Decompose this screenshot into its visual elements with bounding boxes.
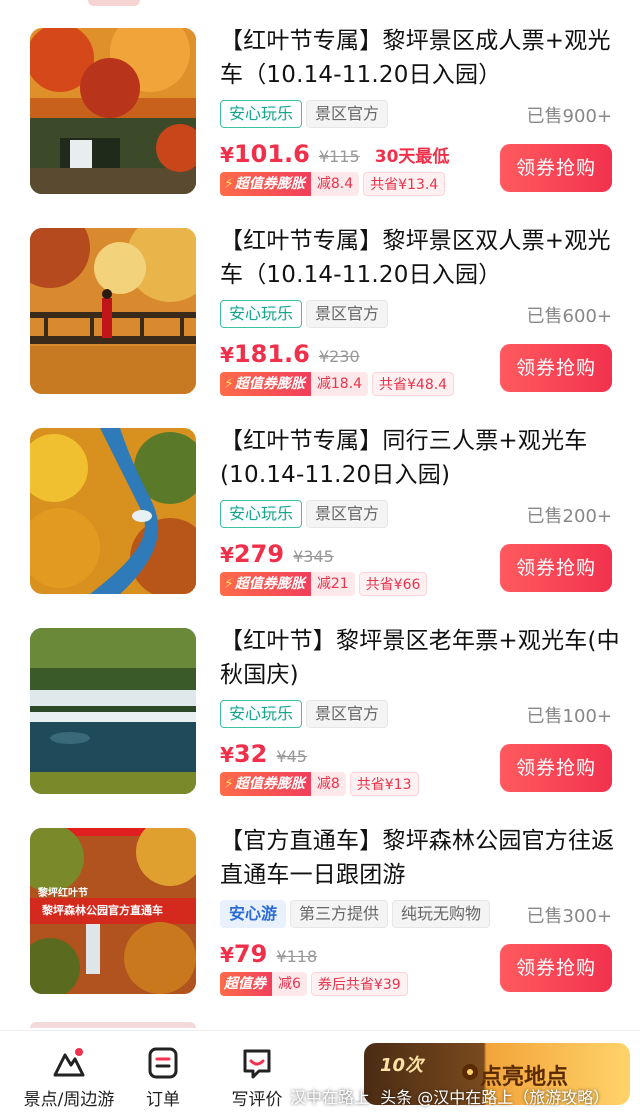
- total-savings: 共省¥13: [349, 772, 419, 796]
- buy-button[interactable]: 领券抢购: [500, 544, 612, 592]
- product-title[interactable]: 【红叶节专属】同行三人票+观光车(10.14-11.20日入园): [220, 424, 620, 492]
- current-price: ¥79: [220, 940, 268, 968]
- review-icon: [243, 1049, 271, 1079]
- coupon-badge: ⚡超值券膨胀 减8.4: [220, 172, 360, 196]
- original-price: ¥230: [318, 347, 360, 366]
- coupon-badge: ⚡超值券膨胀 减21: [220, 572, 355, 596]
- product-title[interactable]: 【红叶节】黎坪景区老年票+观光车(中秋国庆): [220, 624, 620, 692]
- current-price: ¥181.6: [220, 340, 310, 368]
- product-card[interactable]: 【红叶节专属】黎坪景区成人票+观光车（10.14-11.20日入园） 安心玩乐景…: [0, 20, 640, 220]
- tag-no-shopping: 纯玩无购物: [392, 900, 491, 928]
- product-card[interactable]: 黎坪红叶节 黎坪森林公园官方直通车 【官方直通车】黎坪森林公园官方往返直通车一日…: [0, 820, 640, 1020]
- coupon-badge: 超值券 减6: [220, 972, 307, 996]
- coupon-badge: ⚡超值券膨胀 减18.4: [220, 372, 369, 396]
- bolt-icon: ⚡: [224, 376, 234, 392]
- product-list: 【红叶节专属】黎坪景区成人票+观光车（10.14-11.20日入园） 安心玩乐景…: [0, 20, 640, 1020]
- bolt-icon: ⚡: [224, 576, 234, 592]
- bolt-icon: ⚡: [224, 776, 234, 792]
- tag-anxin: 安心玩乐: [220, 700, 303, 728]
- poster-caption-top: 黎坪红叶节: [38, 888, 88, 899]
- tag-anxin: 安心玩乐: [220, 100, 303, 128]
- sold-count: 已售900+: [526, 106, 612, 127]
- original-price: ¥345: [293, 547, 334, 566]
- tag-official: 景区官方: [306, 700, 389, 728]
- product-image-cascade[interactable]: [30, 628, 196, 794]
- product-card[interactable]: 【红叶节专属】同行三人票+观光车(10.14-11.20日入园) 安心玩乐 景区官…: [0, 420, 640, 620]
- bolt-icon: ⚡: [224, 176, 234, 192]
- total-savings: 共省¥66: [358, 572, 428, 596]
- product-card[interactable]: 【红叶节】黎坪景区老年票+观光车(中秋国庆) 安心玩乐 景区官方 已售100+ ¥…: [0, 620, 640, 820]
- total-savings: 共省¥48.4: [372, 372, 455, 396]
- mountain-icon: [53, 1048, 85, 1077]
- next-item-edge: [30, 1022, 196, 1028]
- total-savings: 共省¥13.4: [363, 172, 446, 196]
- product-title[interactable]: 【红叶节专属】黎坪景区成人票+观光车（10.14-11.20日入园）: [220, 24, 620, 92]
- tag-anxin-you: 安心游: [220, 900, 287, 928]
- banner-count: 10次: [380, 1055, 424, 1076]
- sold-count: 已售600+: [526, 306, 612, 327]
- tag-anxin: 安心玩乐: [220, 300, 303, 328]
- previous-item-edge: [88, 0, 140, 6]
- tag-official: 景区官方: [306, 100, 389, 128]
- poster-caption-main: 黎坪森林公园官方直通车: [42, 904, 163, 917]
- location-pin-icon: [462, 1064, 478, 1080]
- watermark: 汉中在路上 头条 @汉中在路上（旅游攻略）: [290, 1088, 610, 1107]
- tag-official: 景区官方: [306, 500, 389, 528]
- tag-third-party: 第三方提供: [290, 900, 389, 928]
- product-card[interactable]: 【红叶节专属】黎坪景区双人票+观光车（10.14-11.20日入园） 安心玩乐景…: [0, 220, 640, 420]
- product-title[interactable]: 【官方直通车】黎坪森林公园官方往返直通车一日跟团游: [220, 824, 620, 892]
- current-price: ¥32: [220, 740, 268, 768]
- buy-button[interactable]: 领券抢购: [500, 944, 612, 992]
- original-price: ¥45: [276, 747, 307, 766]
- product-image-river[interactable]: [30, 428, 196, 594]
- tag-anxin: 安心玩乐: [220, 500, 303, 528]
- product-image-waterfall[interactable]: [30, 28, 196, 194]
- sold-count: 已售100+: [526, 706, 612, 727]
- total-savings: 券后共省¥39: [310, 972, 408, 996]
- original-price: ¥115: [318, 147, 360, 166]
- sold-count: 已售200+: [526, 506, 612, 527]
- current-price: ¥279: [220, 540, 285, 568]
- tag-official: 景区官方: [306, 300, 389, 328]
- order-icon: [148, 1047, 178, 1079]
- coupon-badge: ⚡超值券膨胀 减8: [220, 772, 346, 796]
- buy-button[interactable]: 领券抢购: [500, 344, 612, 392]
- price-note: 30天最低: [374, 147, 450, 167]
- buy-button[interactable]: 领券抢购: [500, 744, 612, 792]
- product-title[interactable]: 【红叶节专属】黎坪景区双人票+观光车（10.14-11.20日入园）: [220, 224, 620, 292]
- buy-button[interactable]: 领券抢购: [500, 144, 612, 192]
- sold-count: 已售300+: [526, 906, 612, 927]
- current-price: ¥101.6: [220, 140, 310, 168]
- original-price: ¥118: [276, 947, 318, 966]
- product-image-bridge[interactable]: [30, 228, 196, 394]
